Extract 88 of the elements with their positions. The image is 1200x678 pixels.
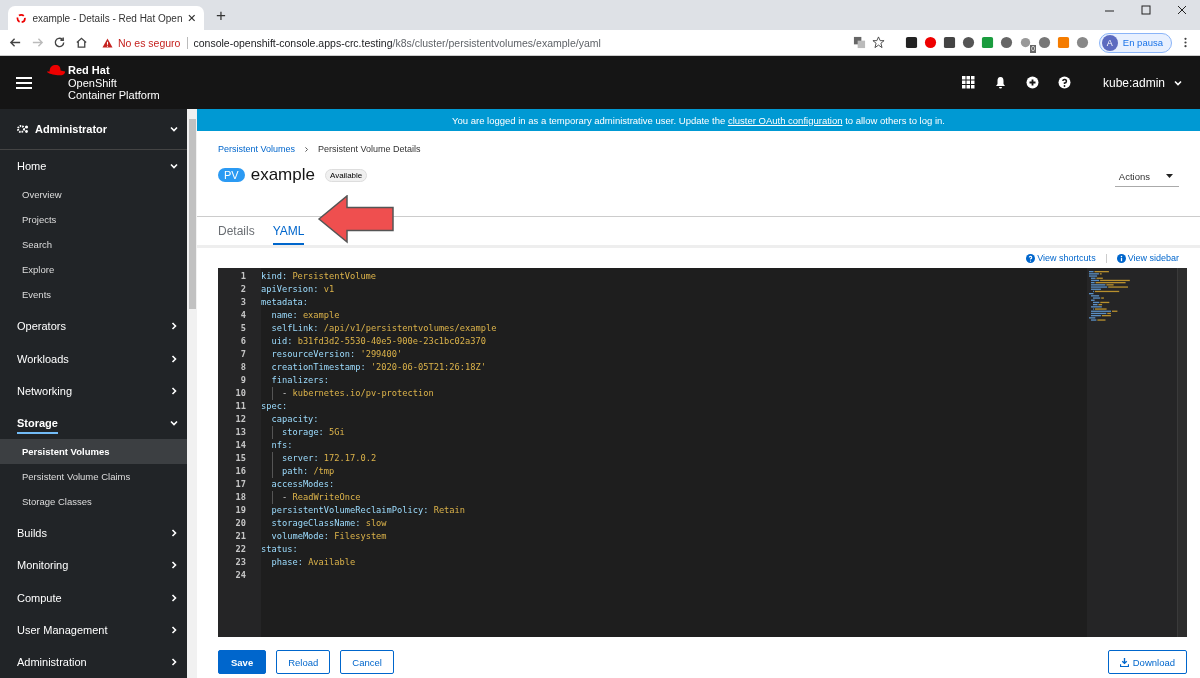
code-line: finalizers:: [270, 374, 331, 387]
line-number: 1: [239, 270, 247, 283]
line-number: 21: [234, 530, 247, 543]
code-line: storageClassName: slow: [270, 517, 388, 530]
code-line: phase: Available: [270, 556, 357, 569]
line-number: 5: [239, 322, 247, 335]
nav-item[interactable]: Projects: [0, 207, 187, 233]
code-line: volumeMode: Filesystem: [270, 530, 388, 543]
code-line: selfLink: /api/v1/persistentvolumes/example: [270, 322, 498, 335]
nav-section[interactable]: Home: [0, 150, 187, 183]
code-line: path: /tmp: [261, 465, 1087, 478]
sidebar-link[interactable]: View sidebar: [1116, 253, 1179, 263]
nav-item[interactable]: Explore: [0, 257, 187, 283]
line-number: 10: [234, 387, 247, 400]
nav-section[interactable]: Operators: [0, 310, 187, 343]
nav-section[interactable]: Compute: [0, 581, 187, 614]
browser-tab[interactable]: example - Details - Red Hat Open: [8, 6, 204, 30]
breadcrumb-current: Persistent Volume Details: [318, 144, 421, 154]
tab[interactable]: Details: [218, 224, 255, 245]
code-line: storage: 5Gi: [261, 426, 1087, 439]
code-line: persistentVolumeReclaimPolicy: Retain: [270, 504, 467, 517]
nav-item[interactable]: Search: [0, 232, 187, 258]
action-button[interactable]: Reload: [276, 650, 331, 674]
line-number: 9: [239, 374, 247, 387]
nav-item[interactable]: Persistent Volumes: [0, 439, 187, 464]
line-number: 17: [234, 478, 247, 491]
nav-section[interactable]: Builds: [0, 517, 187, 550]
code-line: nfs:: [270, 439, 294, 452]
nav-section[interactable]: Storage: [0, 406, 187, 439]
code-line: capacity:: [270, 413, 320, 426]
line-number: 3: [239, 296, 247, 309]
code-line: spec:: [261, 400, 289, 413]
action-button[interactable]: Cancel: [340, 650, 394, 674]
product-name: OpenShift: [68, 77, 118, 89]
code-line: apiVersion: v1: [261, 283, 336, 296]
code-line: kind: PersistentVolume: [261, 270, 378, 283]
line-number: 19: [234, 504, 247, 517]
tab[interactable]: YAML: [272, 224, 305, 245]
line-number: 6: [239, 335, 247, 348]
user-menu[interactable]: kube:admin: [1102, 75, 1183, 90]
line-number: 22: [234, 543, 247, 556]
breadcrumb-link[interactable]: Persistent Volumes: [218, 144, 296, 154]
line-number: 8: [239, 361, 247, 374]
nav-item[interactable]: Events: [0, 282, 187, 308]
line-number: 24: [234, 569, 247, 582]
download-button[interactable]: Download: [1107, 650, 1187, 674]
line-number: 12: [234, 413, 247, 426]
nav-section[interactable]: Monitoring: [0, 549, 187, 582]
code-line: resourceVersion: '299400': [270, 348, 404, 361]
nav-section[interactable]: Administration: [0, 645, 187, 678]
code-line: - ReadWriteOnce: [261, 491, 1087, 504]
code-line: uid: b31fd3d2-5530-40e5-900e-23c1bc02a370: [270, 335, 487, 348]
line-number: 7: [239, 348, 247, 361]
line-number: 11: [234, 400, 247, 413]
nav-item[interactable]: Storage Classes: [0, 489, 187, 514]
nav-item[interactable]: Overview: [0, 182, 187, 208]
banner-message: You are logged in as a temporary administrative user. Update the cluster OAuth configuration to allow others to log in.: [452, 114, 945, 126]
nav-item[interactable]: Persistent Volume Claims: [0, 464, 187, 489]
status-label: Available: [324, 168, 368, 182]
line-number: 16: [234, 465, 247, 478]
action-button[interactable]: Save: [218, 650, 267, 674]
code-line: name: example: [270, 309, 341, 322]
code-line: creationTimestamp: '2020-06-05T21:26:18Z': [270, 361, 487, 374]
line-number: 18: [234, 491, 247, 504]
resource-badge: PV: [218, 168, 245, 182]
line-number: 4: [239, 309, 247, 322]
brand-name: Red Hat: [68, 64, 111, 77]
profile-button[interactable]: A En pausa: [1098, 32, 1172, 53]
actions-dropdown[interactable]: Actions: [1114, 167, 1179, 187]
line-number: 20: [234, 517, 247, 530]
code-line: server: 172.17.0.2: [261, 452, 1087, 465]
shortcuts-link[interactable]: View shortcuts: [1026, 253, 1096, 263]
nav-section[interactable]: Workloads: [0, 342, 187, 375]
nav-section[interactable]: User Management: [0, 613, 187, 646]
line-number: 23: [234, 556, 247, 569]
nav-section[interactable]: Networking: [0, 374, 187, 407]
line-number: 13: [234, 426, 247, 439]
code-line: metadata:: [261, 296, 310, 309]
new-tab-button[interactable]: +: [214, 6, 228, 26]
page-title: example: [250, 165, 315, 185]
address-bar[interactable]: No es seguro console-openshift-console.apps-crc.testing/k8s/cluster/persistentvolumes/example/yaml: [102, 36, 849, 49]
code-line: accessModes:: [270, 478, 336, 491]
line-number: 14: [234, 439, 247, 452]
line-number: 2: [239, 283, 247, 296]
code-line: - kubernetes.io/pv-protection: [261, 387, 1087, 400]
line-number: 15: [234, 452, 247, 465]
product-name: Container Platform: [68, 89, 160, 101]
code-line: status:: [261, 543, 299, 556]
